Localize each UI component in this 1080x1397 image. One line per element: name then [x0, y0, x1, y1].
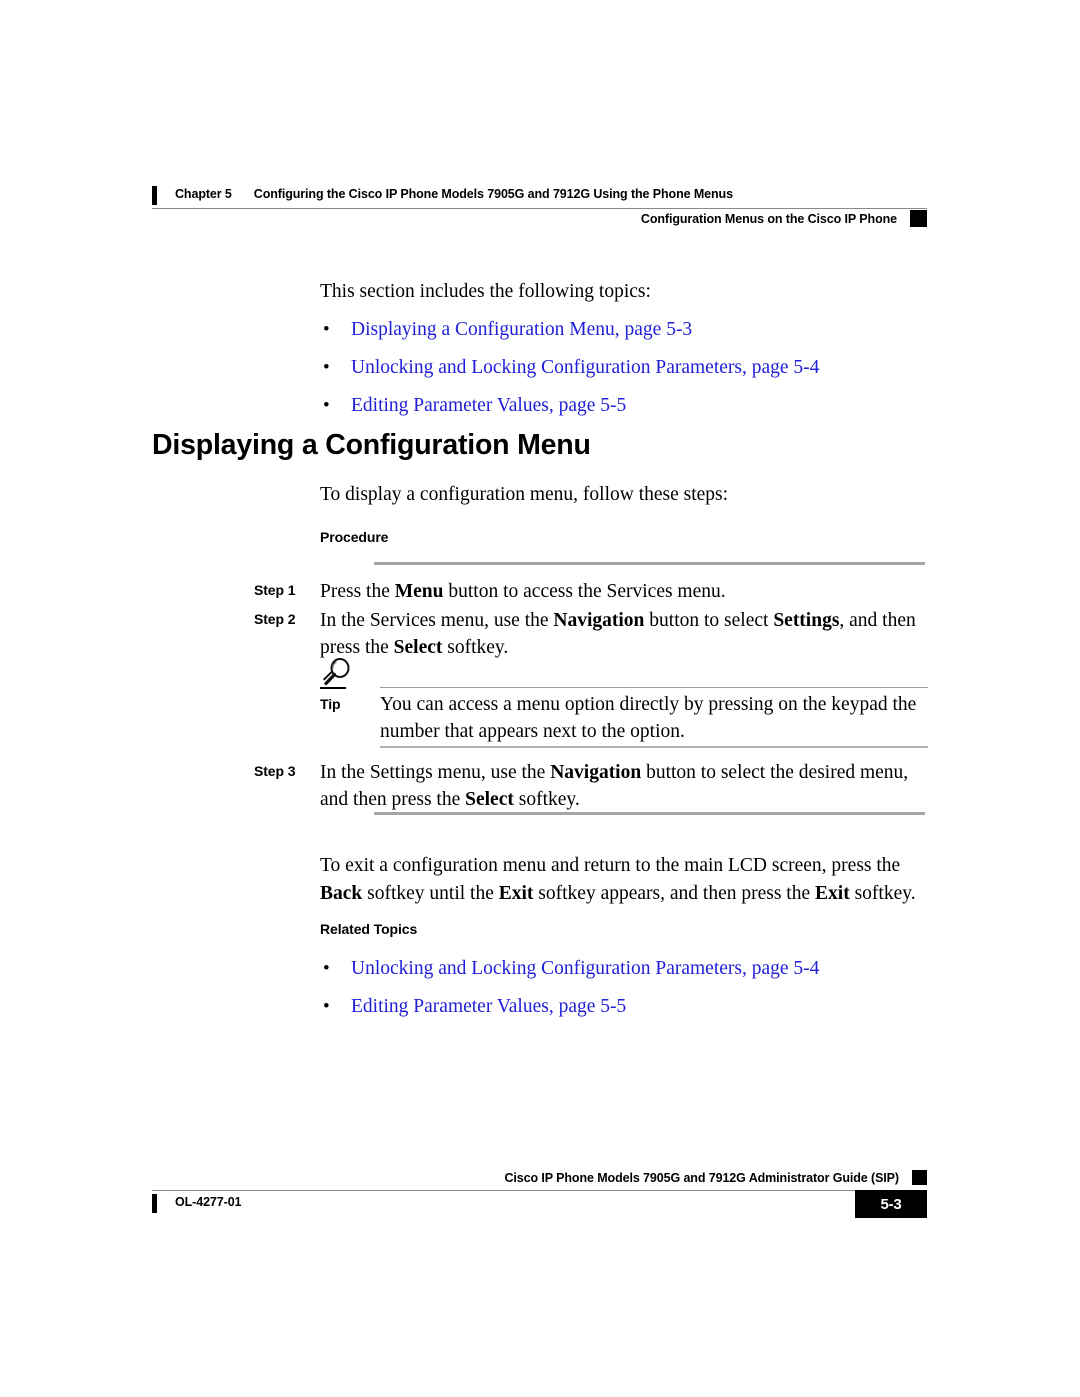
footer-guide-title: Cisco IP Phone Models 7905G and 7912G Ad…	[504, 1170, 899, 1185]
header-left-bar-icon	[152, 186, 157, 205]
related-topics-block: • Unlocking and Locking Configuration Par…	[320, 944, 928, 1020]
section-heading: Displaying a Configuration Menu	[152, 429, 591, 461]
step-number: Step 3	[254, 763, 296, 779]
plain-text: In the Services menu, use the	[320, 610, 554, 631]
emphasis-text: Back	[320, 883, 363, 904]
plain-text: button to select	[644, 610, 774, 631]
emphasis-text: Exit	[498, 883, 534, 904]
emphasis-text: Select	[465, 789, 514, 810]
plain-text: softkey appears, and then press the	[533, 883, 816, 904]
document-page: Chapter 5 Configuring the Cisco IP Phone…	[0, 0, 1080, 1397]
tip-text: You can access a menu option directly by…	[380, 694, 917, 742]
related-xref-link[interactable]: Unlocking and Locking Configuration Para…	[351, 958, 819, 979]
emphasis-text: Settings	[773, 610, 840, 631]
step-number: Step 1	[254, 582, 296, 598]
procedure-bottom-divider	[374, 812, 925, 815]
header-chapter-title: Configuring the Cisco IP Phone Models 79…	[253, 187, 733, 201]
bullet-icon: •	[323, 357, 330, 378]
topic-xref-link[interactable]: Displaying a Configuration Menu, page 5-…	[351, 319, 692, 340]
footer-document-id: OL-4277-01	[175, 1195, 242, 1209]
step-text: In the Services menu, use the Navigation…	[320, 607, 928, 661]
bullet-icon: •	[323, 395, 330, 416]
emphasis-text: Select	[393, 637, 443, 658]
topic-xref-link[interactable]: Unlocking and Locking Configuration Para…	[351, 357, 819, 378]
exit-instructions-paragraph: To exit a configuration menu and return …	[320, 852, 932, 908]
plain-text: softkey.	[442, 637, 509, 658]
header-chapter-label: Chapter 5	[175, 187, 232, 201]
procedure-step-1: Step 1 Press the Menu button to access t…	[254, 578, 928, 605]
list-item: • Unlocking and Locking Configuration Par…	[320, 956, 928, 982]
list-item: • Editing Parameter Values, page 5-5	[320, 393, 928, 419]
related-xref-link[interactable]: Editing Parameter Values, page 5-5	[351, 996, 626, 1017]
intro-topic-list: • Displaying a Configuration Menu, page 5…	[320, 317, 928, 419]
lightbulb-icon	[320, 658, 354, 686]
step-text: In the Settings menu, use the Navigation…	[320, 759, 928, 813]
emphasis-text: Menu	[394, 581, 444, 602]
emphasis-text: Navigation	[553, 610, 645, 631]
tip-top-divider	[380, 687, 928, 688]
header-section-title: Configuration Menus on the Cisco IP Phon…	[640, 211, 897, 226]
footer-page-number: 5-3	[855, 1190, 927, 1218]
procedure-step-3: Step 3 In the Settings menu, use the Nav…	[254, 759, 928, 813]
topic-xref-link[interactable]: Editing Parameter Values, page 5-5	[351, 395, 626, 416]
footer-guide-row: Cisco IP Phone Models 7905G and 7912G Ad…	[152, 1168, 927, 1187]
header-square-icon	[910, 210, 927, 227]
footer-square-icon	[912, 1170, 927, 1185]
plain-text: Press the	[320, 581, 395, 602]
related-topics-label: Related Topics	[320, 921, 418, 937]
plain-text: To exit a configuration menu and return …	[320, 855, 901, 876]
list-item: • Unlocking and Locking Configuration Par…	[320, 355, 928, 381]
procedure-top-divider	[374, 562, 925, 565]
emphasis-text: Exit	[815, 883, 850, 904]
plain-text: button to access the Services menu.	[443, 581, 726, 602]
list-item: • Editing Parameter Values, page 5-5	[320, 994, 928, 1020]
procedure-label: Procedure	[320, 529, 389, 545]
intro-lead-text: This section includes the following topi…	[320, 281, 651, 302]
tip-label: Tip	[320, 696, 341, 712]
intro-block: This section includes the following topi…	[320, 278, 928, 419]
header-section-row: Configuration Menus on the Cisco IP Phon…	[152, 210, 927, 227]
procedure-step-2: Step 2 In the Services menu, use the Nav…	[254, 607, 928, 661]
bullet-icon: •	[323, 319, 330, 340]
emphasis-text: Navigation	[550, 762, 642, 783]
plain-text: softkey.	[849, 883, 916, 904]
footer-docid-row: OL-4277-01 5-3	[152, 1190, 927, 1223]
tip-bottom-divider	[380, 746, 928, 748]
bullet-icon: •	[323, 996, 330, 1017]
header-chapter-row: Chapter 5 Configuring the Cisco IP Phone…	[152, 186, 927, 206]
plain-text: softkey.	[513, 789, 580, 810]
bullet-icon: •	[323, 958, 330, 979]
page-footer: Cisco IP Phone Models 7905G and 7912G Ad…	[152, 1168, 927, 1218]
related-topic-list: • Unlocking and Locking Configuration Par…	[320, 956, 928, 1020]
step-number: Step 2	[254, 611, 296, 627]
plain-text: In the Settings menu, use the	[320, 762, 551, 783]
procedure-intro-text: To display a configuration menu, follow …	[320, 484, 729, 505]
list-item: • Displaying a Configuration Menu, page 5…	[320, 317, 928, 343]
page-header: Chapter 5 Configuring the Cisco IP Phone…	[152, 186, 927, 227]
footer-left-bar-icon	[152, 1194, 157, 1213]
plain-text: softkey until the	[362, 883, 499, 904]
footer-divider	[152, 1190, 927, 1191]
step-text: Press the Menu button to access the Serv…	[320, 578, 928, 605]
header-divider	[152, 208, 927, 209]
tip-icon-underline	[320, 687, 346, 689]
